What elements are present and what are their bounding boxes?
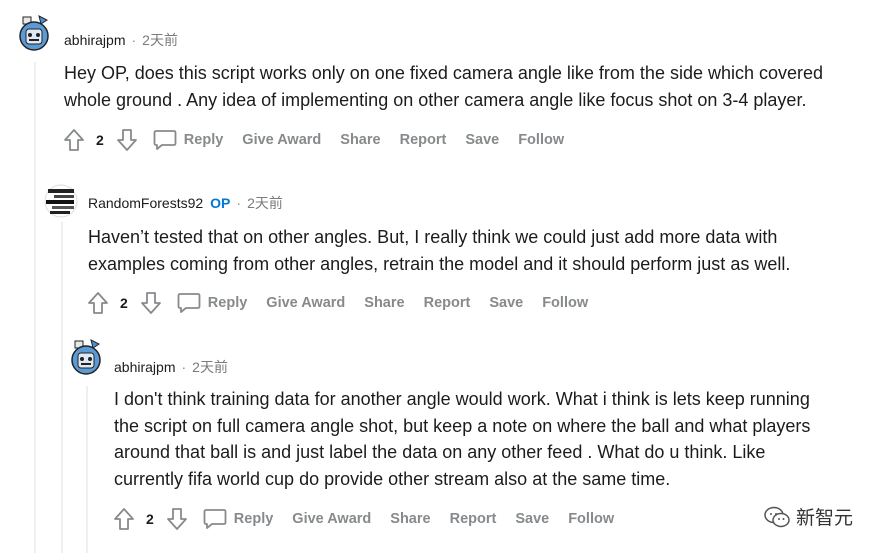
comment-line: currently fifa world cup do provide othe… [114, 468, 671, 489]
vote-score: 2 [120, 295, 128, 311]
watermark: 新智元 [764, 503, 853, 530]
follow-button[interactable]: Follow [542, 295, 588, 311]
downvote-icon[interactable] [165, 507, 189, 531]
timestamp[interactable]: 2天前 [247, 193, 283, 213]
vote-score: 2 [96, 132, 104, 148]
username[interactable]: RandomForests92 [88, 195, 203, 211]
reply-label: Reply [233, 511, 274, 527]
separator-dot: · [236, 195, 242, 211]
report-button[interactable]: Report [424, 295, 471, 311]
robot-avatar-icon [71, 339, 101, 375]
chat-bubble-icon [177, 293, 201, 313]
thread-line-3[interactable] [86, 386, 88, 553]
wechat-icon [764, 506, 790, 527]
upvote-icon[interactable] [86, 291, 110, 315]
follow-button[interactable]: Follow [568, 511, 614, 527]
user-avatar[interactable] [69, 339, 103, 376]
comment-line: I don't think training data for another … [114, 389, 810, 409]
comment-line: whole ground . Any idea of implementing … [64, 89, 807, 110]
timestamp[interactable]: 2天前 [142, 30, 178, 50]
save-button[interactable]: Save [489, 295, 523, 311]
robot-avatar-icon [19, 15, 49, 51]
comment-line: around that ball is and just label the d… [114, 442, 766, 462]
separator-dot: · [181, 359, 187, 375]
reply-button[interactable]: Reply [153, 129, 224, 151]
follow-button[interactable]: Follow [518, 132, 564, 148]
comment-line: Hey OP, does this script works only on o… [64, 63, 824, 83]
chat-bubble-icon [153, 130, 177, 150]
share-button[interactable]: Share [390, 511, 430, 527]
comment-meta: RandomForests92 OP · 2天前 [88, 193, 283, 213]
timestamp[interactable]: 2天前 [192, 357, 228, 377]
comment-body: Hey OP, does this script works only on o… [64, 60, 864, 113]
save-button[interactable]: Save [465, 132, 499, 148]
comment-meta: abhirajpm · 2天前 [64, 30, 178, 50]
downvote-icon[interactable] [139, 291, 163, 315]
upvote-icon[interactable] [112, 507, 136, 531]
comment-actions: 2 Reply Give Award Share Report Save Fol… [112, 504, 633, 534]
chat-bubble-icon [203, 509, 227, 529]
reply-label: Reply [207, 295, 248, 311]
reply-button[interactable]: Reply [203, 508, 274, 530]
thread-line-2[interactable] [61, 222, 63, 553]
user-avatar[interactable] [44, 183, 78, 219]
op-badge: OP [210, 195, 231, 211]
report-button[interactable]: Report [400, 132, 447, 148]
comment-actions: 2 Reply Give Award Share Report Save Fol… [62, 125, 583, 155]
thread-line-1[interactable] [34, 62, 36, 553]
share-button[interactable]: Share [364, 295, 404, 311]
comment-line: examples coming from other angles, retra… [88, 253, 791, 274]
comment-actions: 2 Reply Give Award Share Report Save Fol… [86, 288, 607, 318]
comment-meta: abhirajpm · 2天前 [114, 357, 228, 377]
username[interactable]: abhirajpm [64, 32, 125, 48]
downvote-icon[interactable] [115, 128, 139, 152]
forest-avatar-icon [44, 184, 78, 218]
give-award-button[interactable]: Give Award [242, 132, 321, 148]
username[interactable]: abhirajpm [114, 359, 175, 375]
comment-line: Haven’t tested that on other angles. But… [88, 227, 778, 247]
report-button[interactable]: Report [450, 511, 497, 527]
give-award-button[interactable]: Give Award [292, 511, 371, 527]
user-avatar[interactable] [17, 15, 51, 52]
save-button[interactable]: Save [515, 511, 549, 527]
share-button[interactable]: Share [340, 132, 380, 148]
comment-body: I don't think training data for another … [114, 386, 869, 492]
comment-line: the script on full camera angle shot, bu… [114, 415, 811, 436]
watermark-text: 新智元 [795, 507, 853, 529]
reply-button[interactable]: Reply [177, 292, 248, 314]
upvote-icon[interactable] [62, 128, 86, 152]
reply-label: Reply [183, 132, 224, 148]
separator-dot: · [131, 32, 137, 48]
vote-score: 2 [146, 511, 154, 527]
comment-body: Haven’t tested that on other angles. But… [88, 224, 868, 277]
give-award-button[interactable]: Give Award [266, 295, 345, 311]
